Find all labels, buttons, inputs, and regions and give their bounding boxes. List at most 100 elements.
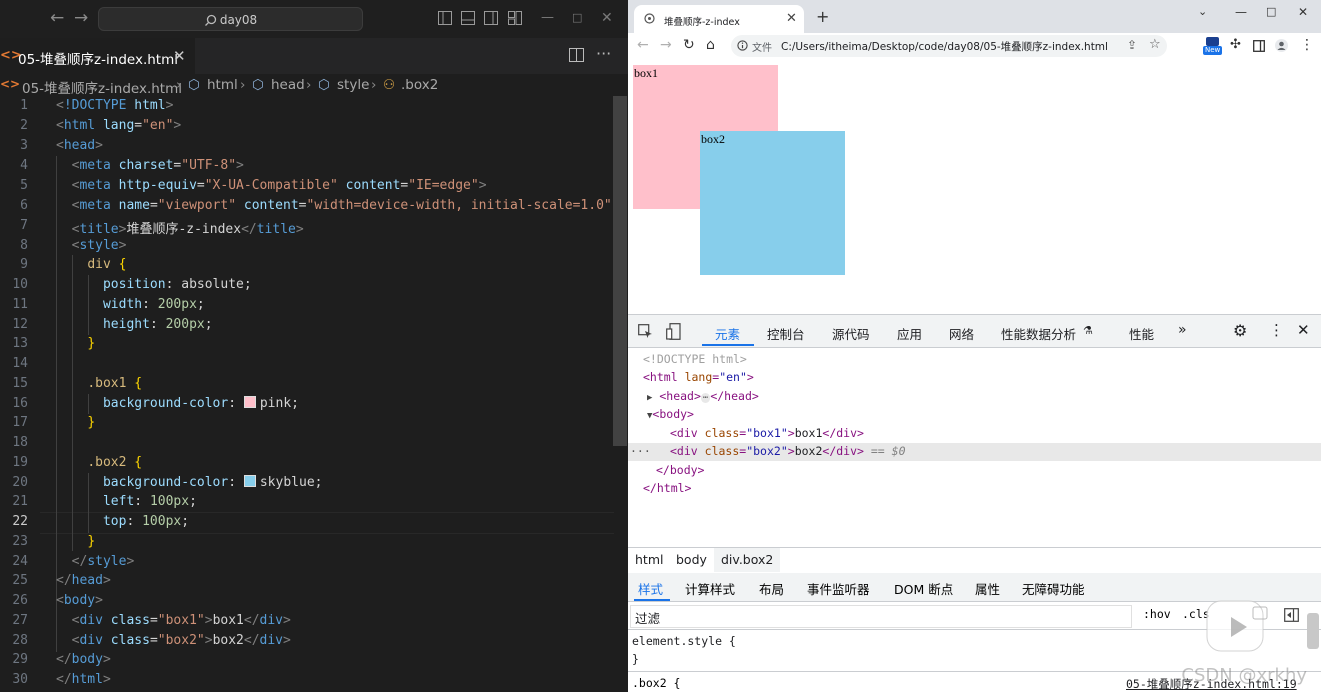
dom-node-body-close[interactable]: </body> [656,463,704,477]
devtools-tab-application[interactable]: 应用 [897,324,922,343]
crumb-html[interactable]: html [635,552,663,567]
line-number: 10 [12,277,28,292]
styles-scrollbar[interactable] [1307,613,1319,649]
dom-node-body[interactable]: ▼<body> [647,407,694,421]
breadcrumb-selector[interactable]: .box2 [401,77,438,93]
devtools-tab-network[interactable]: 网络 [949,324,974,343]
hov-toggle[interactable]: :hov [1143,607,1171,621]
dom-node-doctype[interactable]: <!DOCTYPE html> [643,352,747,366]
styles-tab-computed[interactable]: 计算样式 [685,579,735,598]
skyblue-color-swatch[interactable] [243,475,256,487]
browser-tab-active[interactable]: 堆叠顺序-z-index ✕ [634,5,804,33]
line-number: 20 [12,475,28,490]
forward-arrow-icon[interactable]: → [74,9,88,27]
home-icon[interactable]: ⌂ [706,37,715,53]
dom-node-html-close[interactable]: </html> [643,481,691,495]
forward-icon[interactable]: → [660,37,672,53]
dom-node-html[interactable]: <html lang="en"> [643,370,754,384]
breadcrumb-html[interactable]: html [207,77,238,93]
row-ellipsis-icon[interactable]: ··· [630,444,651,458]
crumb-div-box2[interactable]: div.box2 [714,548,781,572]
devtools-tab-elements[interactable]: 元素 [715,324,740,343]
devtools-tab-sources[interactable]: 源代码 [832,324,870,343]
toggle-computed-sidebar-icon[interactable] [1284,608,1299,622]
new-tab-icon[interactable]: + [816,7,829,26]
filter-input[interactable]: 过滤 [630,605,1132,628]
browser-menu-icon[interactable]: ⋮ [1300,37,1314,53]
profile-avatar-icon[interactable] [1275,39,1288,52]
bookmark-star-icon[interactable]: ☆ [1149,37,1161,52]
dom-node-head[interactable]: ▶ <head> ⋯ </head> [647,389,759,403]
styles-tab-event-listeners[interactable]: 事件监听器 [807,579,870,598]
devtools-tab-performance[interactable]: 性能 [1129,324,1154,343]
toggle-sidebar-icon[interactable] [438,11,452,25]
split-editor-icon[interactable] [569,48,584,63]
code-line: background-color: pink; [102,396,299,411]
code-editor[interactable]: 1 2 3 4 5 6 7 8 9 10 11 12 13 14 15 16 17 18 19 20 21 22 23 24 2… [0,96,628,692]
code-line: height: 200px; [102,317,213,332]
back-arrow-icon[interactable]: ← [50,9,64,27]
close-tab-icon[interactable]: ✕ [786,11,797,26]
dom-node-box2[interactable]: <div class="box2">box2</div> == $0 [670,444,906,458]
styles-tab-styles[interactable]: 样式 [638,579,663,598]
settings-gear-icon[interactable]: ⚙ [1233,321,1247,340]
breadcrumb-file[interactable]: 05-堆叠顺序z-index.html [22,77,182,97]
code-line: top: 100px; [102,514,190,529]
device-toolbar-icon[interactable] [666,323,681,340]
selector-icon: ⚇ [383,77,396,93]
toggle-panel-icon[interactable] [461,11,475,25]
breadcrumb-style[interactable]: style [337,77,369,93]
line-number: 7 [20,218,28,233]
address-bar[interactable]: 文件 C:/Users/itheima/Desktop/code/day08/0… [731,35,1167,57]
flask-icon: ⚗ [1083,324,1093,337]
back-icon[interactable]: ← [637,37,649,53]
line-number: 30 [12,672,28,687]
video-player-badge-icon[interactable] [1205,595,1273,655]
more-actions-icon[interactable]: ··· [596,44,611,63]
styles-tab-dom-breakpoints[interactable]: DOM 断点 [894,579,953,598]
expand-triangle-icon[interactable]: ▶ [647,393,652,403]
toggle-secondary-sidebar-icon[interactable] [484,11,498,25]
inspect-element-icon[interactable] [638,324,653,339]
devtools-menu-icon[interactable]: ⋮ [1269,321,1284,339]
collapsed-ellipsis-icon[interactable]: ⋯ [700,393,711,403]
close-window-icon[interactable]: ✕ [1298,5,1308,19]
pink-color-swatch[interactable] [243,396,256,408]
close-window-icon[interactable]: ✕ [601,9,613,27]
code-line: .box1 { [87,376,143,391]
editor-scrollbar[interactable] [613,96,627,446]
line-number: 29 [12,652,28,667]
code-line: <meta http-equiv="X-UA-Compatible" conte… [71,178,487,193]
minimize-icon[interactable]: — [541,9,554,27]
minimize-icon[interactable]: — [1235,5,1247,19]
line-number: 1 [20,98,28,113]
extension-new-icon[interactable]: New [1203,37,1223,55]
element-icon: ⬡ [318,77,330,93]
maximize-icon[interactable]: □ [1266,5,1276,18]
close-tab-icon[interactable]: ✕ [173,47,186,65]
devtools-tab-performance-insights[interactable]: 性能数据分析 [1001,324,1076,343]
reload-icon[interactable]: ↻ [683,37,695,53]
tab-search-chevron-icon[interactable]: ⌄ [1198,5,1207,18]
command-center-search[interactable]: day08 [98,7,363,31]
devtools-tab-console[interactable]: 控制台 [767,324,805,343]
close-devtools-icon[interactable]: ✕ [1297,321,1310,339]
customize-layout-icon[interactable] [508,11,522,25]
dom-node-box1[interactable]: <div class="box1">box1</div> [670,426,864,440]
extensions-puzzle-icon[interactable]: ✣ [1230,37,1241,52]
dom-tree[interactable]: <!DOCTYPE html> <html lang="en"> ▶ <head… [628,348,1321,548]
maximize-icon[interactable]: □ [572,9,582,27]
side-panel-icon[interactable] [1253,40,1265,52]
breadcrumb-head[interactable]: head [271,77,305,93]
editor-tab-active[interactable]: <> 05-堆叠顺序z-index.html ✕ [0,38,195,75]
styles-tab-layout[interactable]: 布局 [759,579,784,598]
element-icon: ⬡ [252,77,264,93]
share-icon[interactable]: ⇪ [1127,38,1137,52]
more-tabs-icon[interactable]: » [1178,322,1187,338]
crumb-body[interactable]: body [676,552,707,567]
line-number: 6 [20,198,28,213]
line-number: 11 [12,297,28,312]
styles-tab-properties[interactable]: 属性 [975,579,1000,598]
styles-tab-accessibility[interactable]: 无障碍功能 [1022,579,1085,598]
box1-label: box1 [634,66,658,80]
